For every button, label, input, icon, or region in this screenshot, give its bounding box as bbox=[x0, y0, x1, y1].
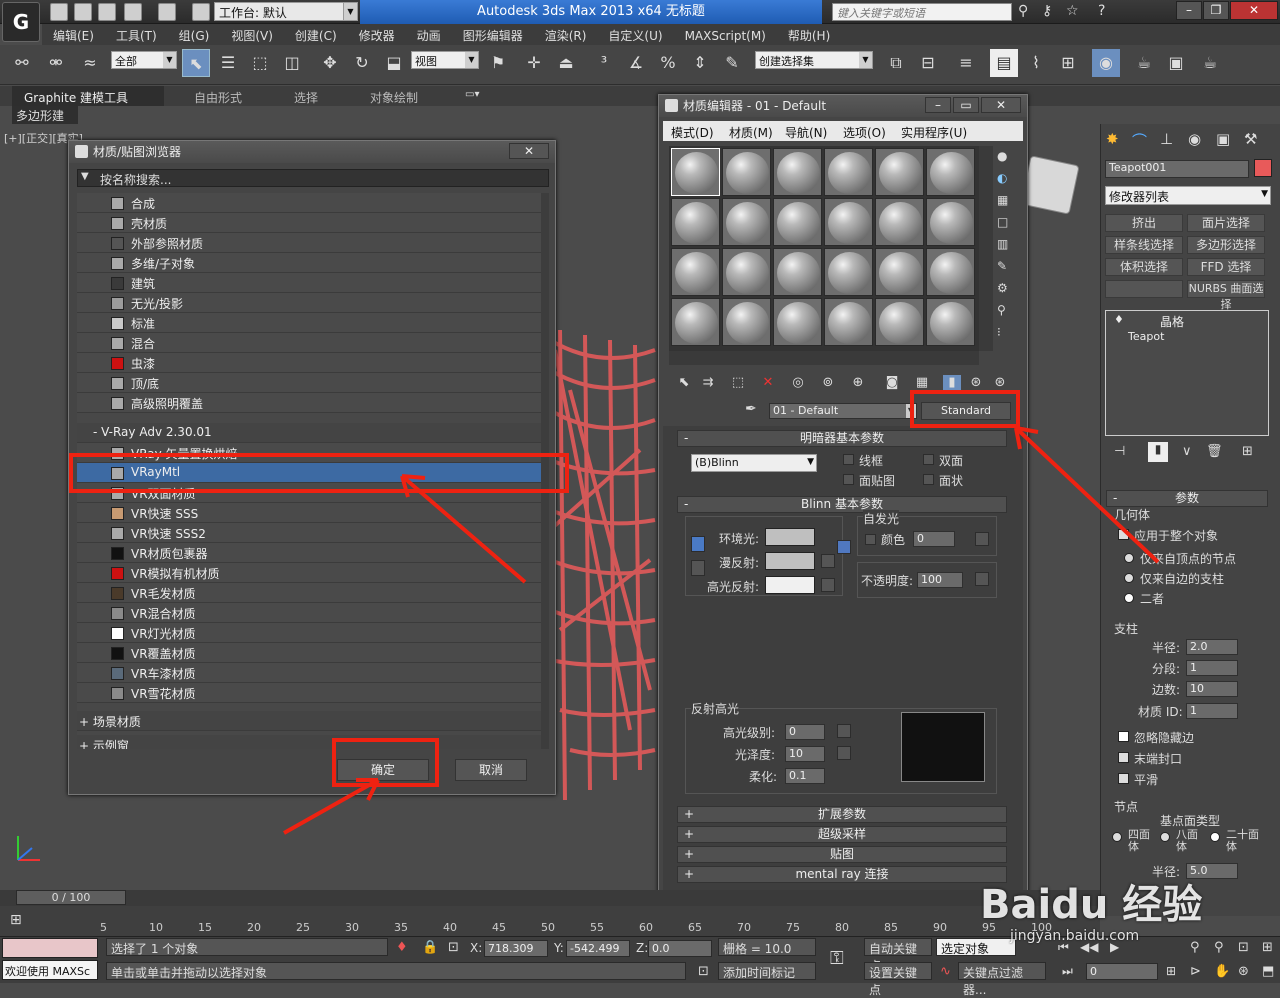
watermark-url: jingyan.baidu.com bbox=[1010, 928, 1140, 944]
tutorial-annotations bbox=[69, 390, 1160, 835]
watermark: Baidu 经验 bbox=[980, 882, 1203, 928]
